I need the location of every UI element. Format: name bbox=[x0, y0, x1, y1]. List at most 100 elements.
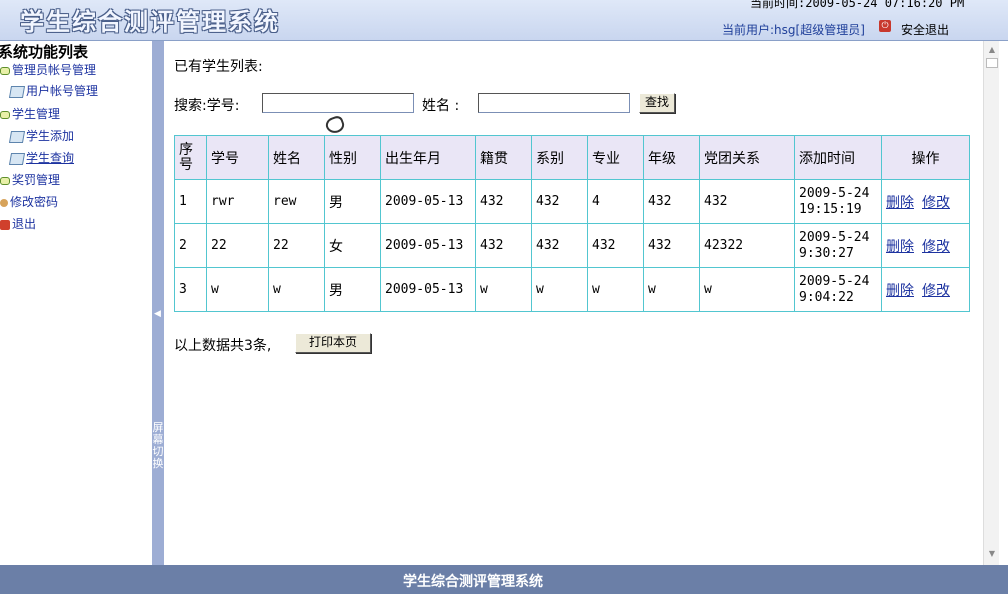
added-clock: 19:15:19 bbox=[799, 201, 862, 217]
current-time: 当前时间:2009-05-24 07:16:20 PM bbox=[750, 0, 965, 10]
sidebar-item-label: 奖罚管理 bbox=[12, 173, 61, 187]
app-footer: 学生综合测评管理系统 bbox=[0, 565, 1008, 594]
sidebar: 系统功能列表 管理员帐号管理 用户帐号管理 学生管理 学生添加 学生查询 奖罚管… bbox=[0, 41, 152, 565]
edit-link[interactable]: 修改 bbox=[922, 195, 950, 211]
table-header-row: 序号 学号 姓名 性别 出生年月 籍贯 系别 专业 年级 党团关系 添加时间 操… bbox=[174, 135, 970, 180]
cell-origin: 432 bbox=[475, 179, 532, 224]
collapse-arrow-icon[interactable]: ◀ bbox=[154, 309, 161, 319]
cell-origin: 432 bbox=[475, 223, 532, 268]
table-row: 3 w w 男 2009-05-13 w w w w w 2009-5-24 9:… bbox=[174, 267, 970, 312]
added-clock: 9:04:22 bbox=[799, 289, 854, 305]
screen-toggle-label: 屏幕切换 bbox=[152, 421, 164, 470]
sidebar-item-admin-accounts[interactable]: 管理员帐号管理 bbox=[0, 61, 96, 79]
folder-icon bbox=[0, 66, 10, 75]
cell-grade: 432 bbox=[643, 223, 700, 268]
edit-icon bbox=[8, 152, 26, 165]
sidebar-item-label: 管理员帐号管理 bbox=[12, 63, 97, 77]
sidebar-item-user-accounts[interactable]: 用户帐号管理 bbox=[8, 82, 99, 100]
column-header: 系别 bbox=[531, 135, 588, 180]
cell-birth: 2009-05-13 bbox=[380, 179, 476, 224]
delete-link[interactable]: 删除 bbox=[886, 283, 914, 299]
cell-dept: w bbox=[531, 267, 588, 312]
table-row: 2 22 22 女 2009-05-13 432 432 432 432 423… bbox=[174, 223, 970, 268]
cell-student-id: w bbox=[206, 267, 269, 312]
record-count: 以上数据共3条, bbox=[174, 338, 272, 354]
column-header: 专业 bbox=[587, 135, 644, 180]
exit-icon bbox=[0, 219, 10, 230]
cell-party: 432 bbox=[699, 179, 795, 224]
cell-added-time: 2009-5-24 9:30:27 bbox=[794, 223, 882, 268]
column-header: 操作 bbox=[881, 135, 970, 180]
column-header: 学号 bbox=[206, 135, 269, 180]
app-header: 学生综合测评管理系统 当前时间:2009-05-24 07:16:20 PM 当… bbox=[0, 0, 1008, 41]
screen-toggle-splitter[interactable]: ◀ 屏幕切换 bbox=[152, 41, 164, 565]
vertical-scrollbar[interactable]: ▲ ▼ bbox=[983, 41, 999, 565]
edit-icon bbox=[8, 130, 26, 143]
sidebar-item-label: 学生查询 bbox=[26, 151, 75, 165]
cell-seq: 3 bbox=[174, 267, 207, 312]
cell-seq: 2 bbox=[174, 223, 207, 268]
sidebar-item-label: 退出 bbox=[12, 217, 37, 231]
cell-seq: 1 bbox=[174, 179, 207, 224]
added-date: 2009-5-24 bbox=[799, 229, 870, 245]
folder-icon bbox=[0, 176, 10, 185]
logout-link[interactable]: 安全退出 bbox=[901, 21, 949, 38]
cell-major: 4 bbox=[587, 179, 644, 224]
sidebar-item-change-password[interactable]: 修改密码 bbox=[0, 193, 58, 211]
cell-name: rew bbox=[268, 179, 325, 224]
search-id-label: 搜索:学号: bbox=[174, 98, 240, 114]
column-header: 姓名 bbox=[268, 135, 325, 180]
sidebar-item-label: 学生管理 bbox=[12, 107, 61, 121]
cell-origin: w bbox=[475, 267, 532, 312]
scroll-thumb[interactable] bbox=[986, 58, 998, 68]
key-icon bbox=[0, 198, 8, 207]
sidebar-item-label: 用户帐号管理 bbox=[26, 84, 99, 98]
column-header: 性别 bbox=[324, 135, 381, 180]
student-table: 序号 学号 姓名 性别 出生年月 籍贯 系别 专业 年级 党团关系 添加时间 操… bbox=[174, 135, 970, 312]
search-button[interactable]: 查找 bbox=[639, 93, 675, 113]
cell-dept: 432 bbox=[531, 223, 588, 268]
folder-icon bbox=[0, 110, 10, 119]
added-clock: 9:30:27 bbox=[799, 245, 854, 261]
cell-added-time: 2009-5-24 19:15:19 bbox=[794, 179, 882, 224]
sidebar-item-exit[interactable]: 退出 bbox=[0, 215, 36, 233]
sidebar-item-student-query[interactable]: 学生查询 bbox=[8, 149, 75, 167]
cell-party: 42322 bbox=[699, 223, 795, 268]
current-user: 当前用户:hsg[超级管理员] bbox=[722, 23, 865, 37]
cell-name: 22 bbox=[268, 223, 325, 268]
logout-icon[interactable]: ⏻ bbox=[879, 20, 891, 32]
footer-title: 学生综合测评管理系统 bbox=[403, 574, 543, 590]
cell-party: w bbox=[699, 267, 795, 312]
cell-actions: 删除 修改 bbox=[881, 267, 970, 312]
edit-link[interactable]: 修改 bbox=[922, 283, 950, 299]
column-header: 添加时间 bbox=[794, 135, 882, 180]
delete-link[interactable]: 删除 bbox=[886, 239, 914, 255]
app-title: 学生综合测评管理系统 bbox=[20, 7, 280, 36]
student-id-input[interactable] bbox=[262, 93, 414, 113]
column-header: 籍贯 bbox=[475, 135, 532, 180]
cell-major: w bbox=[587, 267, 644, 312]
print-button[interactable]: 打印本页 bbox=[295, 333, 371, 353]
cell-sex: 男 bbox=[324, 179, 381, 224]
edit-link[interactable]: 修改 bbox=[922, 239, 950, 255]
sidebar-item-student-management[interactable]: 学生管理 bbox=[0, 105, 60, 123]
cell-grade: 432 bbox=[643, 179, 700, 224]
cell-student-id: rwr bbox=[206, 179, 269, 224]
delete-link[interactable]: 删除 bbox=[886, 195, 914, 211]
sidebar-item-student-add[interactable]: 学生添加 bbox=[8, 127, 75, 145]
sidebar-item-label: 学生添加 bbox=[26, 129, 75, 143]
cell-sex: 男 bbox=[324, 267, 381, 312]
cell-sex: 女 bbox=[324, 223, 381, 268]
cell-added-time: 2009-5-24 9:04:22 bbox=[794, 267, 882, 312]
column-header: 序号 bbox=[174, 135, 207, 180]
scroll-up-icon[interactable]: ▲ bbox=[986, 45, 998, 57]
cell-birth: 2009-05-13 bbox=[380, 267, 476, 312]
table-row: 1 rwr rew 男 2009-05-13 432 432 4 432 432… bbox=[174, 179, 970, 224]
edit-icon bbox=[8, 85, 26, 98]
cell-dept: 432 bbox=[531, 179, 588, 224]
student-name-input[interactable] bbox=[478, 93, 630, 113]
sidebar-item-rewards-penalties[interactable]: 奖罚管理 bbox=[0, 171, 60, 189]
cell-birth: 2009-05-13 bbox=[380, 223, 476, 268]
scroll-down-icon[interactable]: ▼ bbox=[986, 549, 998, 561]
added-date: 2009-5-24 bbox=[799, 185, 870, 201]
